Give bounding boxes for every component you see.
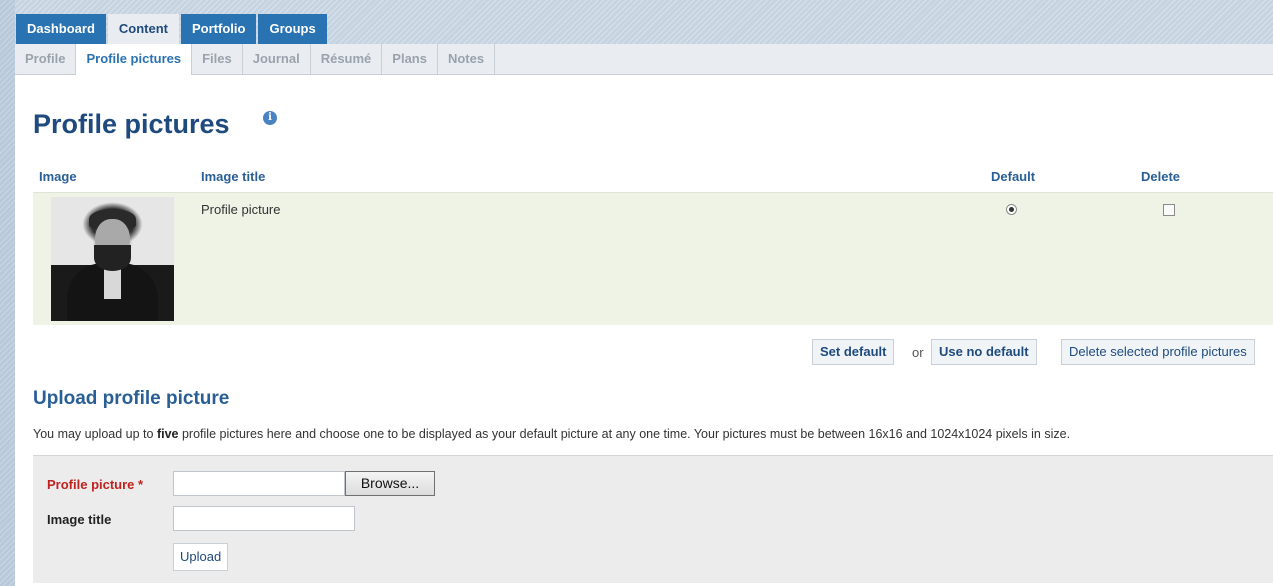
subtab-plans[interactable]: Plans (382, 44, 438, 74)
set-default-button[interactable]: Set default (812, 339, 895, 365)
info-icon[interactable]: i (263, 111, 277, 125)
delete-selected-button[interactable]: Delete selected profile pictures (1061, 339, 1255, 365)
subtab-notes[interactable]: Notes (438, 44, 496, 74)
column-header-image-title: Image title (201, 169, 266, 184)
subtab-profile[interactable]: Profile (15, 44, 77, 74)
main-navigation: Dashboard Content Portfolio Groups (16, 14, 329, 44)
default-radio[interactable] (1006, 204, 1017, 215)
profile-picture-label: Profile picture * (47, 477, 144, 492)
upload-form: Profile picture * Browse... Image title … (33, 455, 1273, 583)
delete-checkbox[interactable] (1163, 204, 1175, 216)
left-frame (0, 0, 15, 586)
column-header-delete: Delete (1141, 169, 1181, 184)
subtab-files[interactable]: Files (192, 44, 243, 74)
column-header-image: Image (39, 169, 77, 184)
image-title-input[interactable] (173, 506, 355, 531)
page-title: Profile pictures (33, 109, 230, 139)
tab-content[interactable]: Content (107, 14, 180, 44)
image-title-label: Image title (47, 512, 112, 527)
column-header-default: Default (991, 169, 1036, 184)
subtab-journal[interactable]: Journal (243, 44, 311, 74)
table-row: Profile picture (33, 192, 1273, 325)
main-content: Profile pictures i Image Image title Def… (15, 75, 1273, 586)
upload-button[interactable]: Upload (173, 543, 229, 571)
tab-dashboard[interactable]: Dashboard (16, 14, 106, 44)
upload-description: You may upload up to five profile pictur… (33, 427, 1071, 441)
file-path-input[interactable] (173, 471, 345, 496)
image-title-text: Profile picture (201, 202, 281, 217)
use-no-default-button[interactable]: Use no default (931, 339, 1037, 365)
tab-portfolio[interactable]: Portfolio (181, 14, 257, 44)
profile-picture-thumbnail (51, 197, 174, 321)
upload-section-title: Upload profile picture (33, 388, 230, 409)
sub-navigation: Profile Profile pictures Files Journal R… (15, 44, 1273, 75)
tab-groups[interactable]: Groups (258, 14, 327, 44)
or-text: or (912, 345, 924, 360)
subtab-profile-pictures[interactable]: Profile pictures (76, 44, 193, 75)
subtab-resume[interactable]: Résumé (311, 44, 383, 74)
browse-button[interactable]: Browse... (345, 471, 435, 496)
